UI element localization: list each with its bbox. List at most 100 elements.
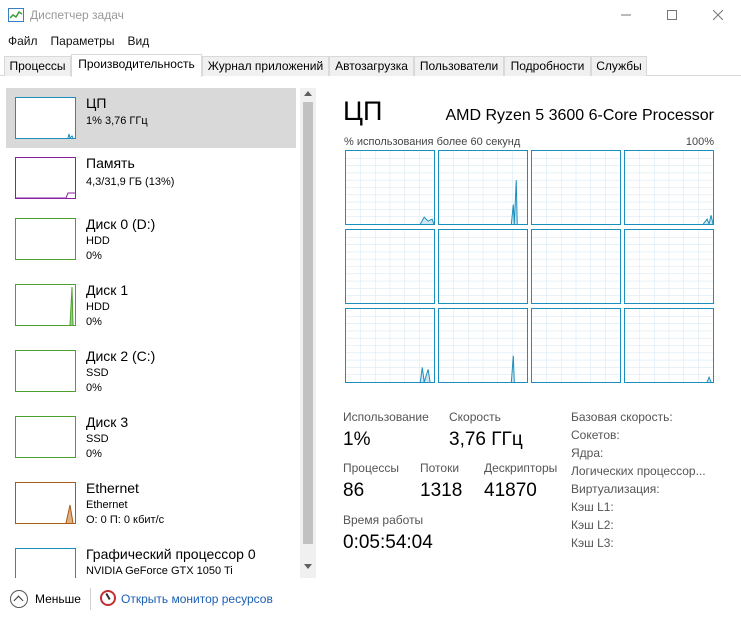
resource-item-disk2[interactable]: Диск 2 (C:) SSD 0% xyxy=(6,348,296,408)
speed-label: Скорость xyxy=(449,410,501,424)
minimize-button[interactable] xyxy=(603,0,649,30)
tab-details[interactable]: Подробности xyxy=(504,56,591,76)
spec-base-speed: Базовая скорость: xyxy=(571,410,673,424)
tab-app-history[interactable]: Журнал приложений xyxy=(202,56,329,76)
tab-processes[interactable]: Процессы xyxy=(4,56,71,76)
resource-detail: HDD xyxy=(86,235,110,247)
cpu-title: ЦП xyxy=(343,96,383,126)
maximize-icon xyxy=(667,10,677,20)
resource-title: Память xyxy=(86,155,135,171)
tab-bar: Процессы Производительность Журнал прило… xyxy=(0,54,741,77)
open-resource-monitor-link[interactable]: Открыть монитор ресурсов xyxy=(121,592,273,606)
resource-detail: 1% 3,76 ГГц xyxy=(86,115,148,127)
scrollbar-thumb[interactable] xyxy=(303,102,313,544)
resource-detail: Ethernet xyxy=(86,499,128,511)
resource-item-disk1[interactable]: Диск 1 HDD 0% xyxy=(6,282,296,342)
footer-divider xyxy=(90,588,91,610)
usage-value: 1% xyxy=(343,429,371,450)
resource-title: Диск 0 (D:) xyxy=(86,216,156,232)
window-title: Диспетчер задач xyxy=(30,8,124,22)
resource-detail: NVIDIA GeForce GTX 1050 Ti xyxy=(86,565,233,577)
resource-usage: 0% xyxy=(86,316,102,328)
tab-users[interactable]: Пользователи xyxy=(414,56,504,76)
handles-value: 41870 xyxy=(484,480,537,501)
resource-item-ethernet[interactable]: Ethernet Ethernet О: 0 П: 0 кбит/с xyxy=(6,480,296,540)
resource-usage: 0% xyxy=(86,382,102,394)
uptime-value: 0:05:54:04 xyxy=(343,532,433,553)
resource-list: ЦП 1% 3,76 ГГц Память 4,3/31,9 ГБ (13%) … xyxy=(0,88,300,578)
graph-caption: % использования более 60 секунд xyxy=(344,136,521,148)
core-graph xyxy=(438,150,528,225)
resource-title: ЦП xyxy=(86,95,107,111)
core-graph xyxy=(624,150,714,225)
core-graph xyxy=(624,308,714,383)
core-graph xyxy=(345,229,435,304)
core-graph xyxy=(345,308,435,383)
resource-item-memory[interactable]: Память 4,3/31,9 ГБ (13%) xyxy=(6,150,296,210)
tab-performance[interactable]: Производительность xyxy=(71,54,202,77)
resource-item-disk3[interactable]: Диск 3 SSD 0% xyxy=(6,414,296,474)
sidebar-scrollbar[interactable] xyxy=(300,88,316,578)
resource-item-cpu[interactable]: ЦП 1% 3,76 ГГц xyxy=(6,88,296,148)
disk0-thumbnail xyxy=(15,218,76,260)
processes-value: 86 xyxy=(343,480,365,501)
resource-item-disk0[interactable]: Диск 0 (D:) HDD 0% xyxy=(6,216,296,276)
title-bar: Диспетчер задач xyxy=(0,0,741,30)
resource-usage: О: 0 П: 0 кбит/с xyxy=(86,514,165,526)
memory-thumbnail xyxy=(15,157,76,199)
spec-logical-processors: Логических процессор... xyxy=(571,464,706,478)
resource-usage: 0% xyxy=(86,250,102,262)
resource-detail: HDD xyxy=(86,301,110,313)
graph-max-label: 100% xyxy=(685,136,714,148)
close-icon xyxy=(713,10,723,20)
minimize-icon xyxy=(621,14,631,16)
chevron-up-icon[interactable] xyxy=(10,590,28,608)
resource-monitor-icon xyxy=(100,590,116,606)
menu-bar: Файл Параметры Вид xyxy=(0,32,154,50)
disk2-thumbnail xyxy=(15,350,76,392)
uptime-label: Время работы xyxy=(343,513,424,527)
cpu-detail-panel: ЦП AMD Ryzen 5 3600 6-Core Processor % и… xyxy=(316,88,741,578)
speed-value: 3,76 ГГц xyxy=(449,429,523,450)
gpu-thumbnail xyxy=(15,548,76,578)
resource-usage: 0% xyxy=(86,448,102,460)
spec-cache-l3: Кэш L3: xyxy=(571,536,614,550)
core-graph xyxy=(531,150,621,225)
handles-label: Дескрипторы xyxy=(484,461,558,475)
threads-label: Потоки xyxy=(420,461,460,475)
resource-title: Ethernet xyxy=(86,480,139,496)
tab-services[interactable]: Службы xyxy=(591,56,647,76)
resource-item-gpu[interactable]: Графический процессор 0 NVIDIA GeForce G… xyxy=(6,546,296,578)
resource-detail: SSD xyxy=(86,433,109,445)
scroll-up-icon[interactable] xyxy=(304,91,312,96)
ethernet-thumbnail xyxy=(15,482,76,524)
spec-cores: Ядра: xyxy=(571,446,604,460)
disk1-thumbnail xyxy=(15,284,76,326)
threads-value: 1318 xyxy=(420,480,463,501)
resource-title: Диск 1 xyxy=(86,282,129,298)
menu-file[interactable]: Файл xyxy=(0,32,43,50)
processes-label: Процессы xyxy=(343,461,400,475)
scroll-down-icon[interactable] xyxy=(304,564,312,569)
task-manager-icon xyxy=(8,8,24,22)
menu-options[interactable]: Параметры xyxy=(43,32,120,50)
core-graph xyxy=(531,308,621,383)
cpu-model: AMD Ryzen 5 3600 6-Core Processor xyxy=(445,107,714,124)
core-graph xyxy=(438,308,528,383)
core-graph xyxy=(531,229,621,304)
spec-cache-l1: Кэш L1: xyxy=(571,500,614,514)
footer: Меньше Открыть монитор ресурсов xyxy=(0,578,741,623)
resource-title: Графический процессор 0 xyxy=(86,546,256,562)
core-graph xyxy=(624,229,714,304)
cpu-thumbnail xyxy=(15,97,76,139)
resource-detail: SSD xyxy=(86,367,109,379)
tab-startup[interactable]: Автозагрузка xyxy=(329,56,414,76)
maximize-button[interactable] xyxy=(649,0,695,30)
close-button[interactable] xyxy=(695,0,741,30)
fewer-details-button[interactable]: Меньше xyxy=(35,592,81,606)
menu-view[interactable]: Вид xyxy=(119,32,154,50)
resource-title: Диск 2 (C:) xyxy=(86,348,156,364)
resource-detail: 4,3/31,9 ГБ (13%) xyxy=(86,176,175,188)
core-graph xyxy=(345,150,435,225)
disk3-thumbnail xyxy=(15,416,76,458)
